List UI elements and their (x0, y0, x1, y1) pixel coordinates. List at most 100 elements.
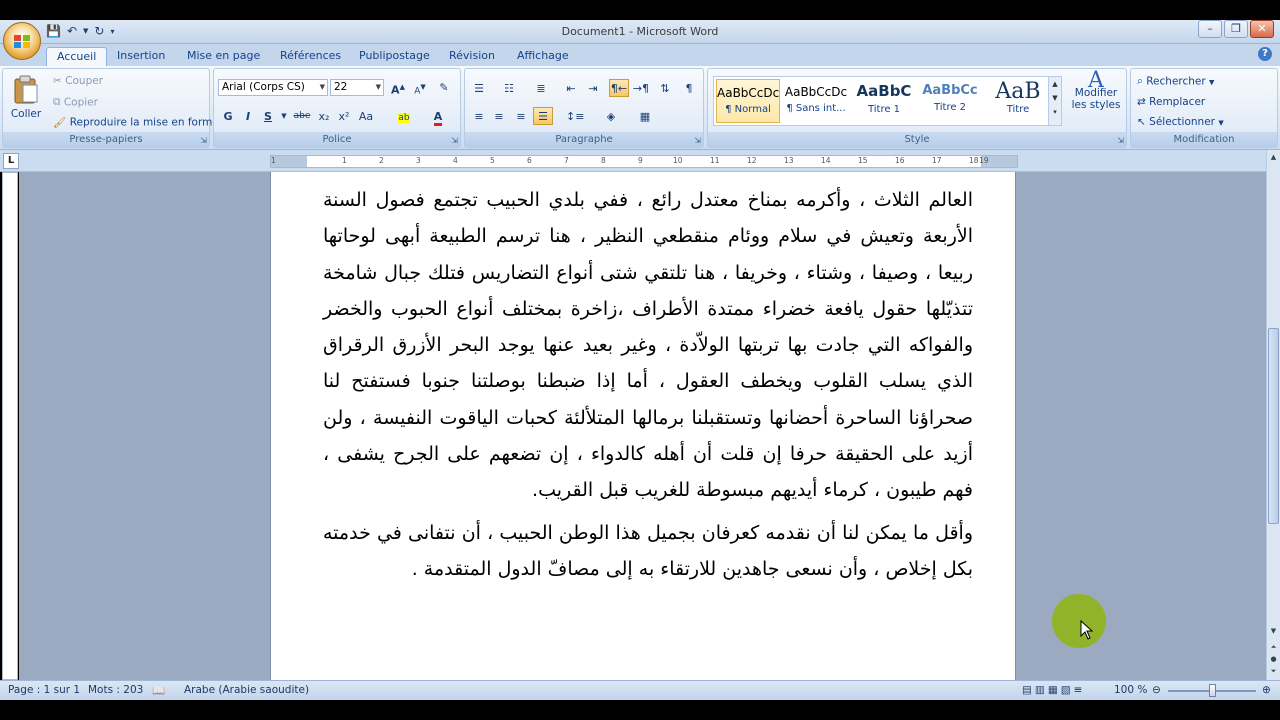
multilevel-list-button[interactable]: ≣ (531, 79, 551, 97)
tab-insertion[interactable]: Insertion (117, 47, 165, 66)
style-preview: AaBbCcDc (717, 86, 780, 100)
style-heading-1[interactable]: AaBbC Titre 1 (852, 79, 916, 123)
show-marks-button[interactable]: ¶ (679, 79, 699, 97)
rtl-direction-button[interactable]: ¶← (609, 79, 629, 97)
style-title[interactable]: AaB Titre (986, 79, 1050, 123)
tab-selector[interactable]: L (3, 153, 19, 169)
superscript-button[interactable]: x² (334, 107, 354, 125)
shading-button[interactable]: ◈ (601, 107, 621, 125)
zoom-out-icon[interactable]: ⊖ (1152, 684, 1161, 696)
office-button[interactable] (3, 22, 41, 60)
highlight-button[interactable]: ab (394, 107, 414, 125)
paragraph-dialog-launcher-icon[interactable]: ⇲ (694, 136, 701, 145)
maximize-button[interactable]: ❐ (1224, 20, 1248, 38)
scroll-up-icon[interactable]: ▲ (1267, 150, 1280, 164)
tab-accueil[interactable]: Accueil (46, 47, 108, 66)
styles-gallery-scroll[interactable]: ▲ ▼ ▾ (1048, 76, 1062, 126)
eraser-icon: ✎ (439, 81, 449, 94)
tab-mise-en-page[interactable]: Mise en page (187, 47, 260, 66)
shrink-font-button[interactable]: A▼ (410, 78, 430, 97)
tab-references[interactable]: Références (280, 47, 341, 66)
ruler-number: 1 (342, 156, 347, 165)
sort-button[interactable]: ⇅ (655, 79, 675, 97)
chevron-down-icon: ▼ (1218, 119, 1224, 127)
justify-button[interactable]: ☰ (533, 107, 553, 125)
editing-group: ⌕ Rechercher ▼ ⇄ Remplacer ↖ Sélectionne… (1130, 68, 1278, 148)
minimize-button[interactable]: – (1198, 20, 1222, 38)
change-case-button[interactable]: Aa (356, 107, 376, 125)
clipboard-dialog-launcher-icon[interactable]: ⇲ (200, 136, 207, 145)
increase-indent-button[interactable]: ⇥ (583, 79, 603, 97)
vertical-ruler[interactable] (2, 172, 18, 680)
borders-button[interactable]: ▦ (635, 107, 655, 125)
paste-button[interactable]: Coller (9, 75, 43, 120)
replace-button[interactable]: ⇄ Remplacer (1137, 96, 1205, 108)
strikethrough-button[interactable]: abe (292, 107, 312, 125)
font-dialog-launcher-icon[interactable]: ⇲ (451, 136, 458, 145)
close-button[interactable]: ✕ (1250, 20, 1274, 38)
next-page-icon[interactable]: ⏷ (1267, 664, 1280, 678)
more-styles-icon[interactable]: ▾ (1049, 108, 1061, 116)
tab-affichage[interactable]: Affichage (517, 47, 569, 66)
replace-icon: ⇄ (1137, 96, 1146, 108)
document-body[interactable]: العالم الثلاث ، وأكرمه بمناخ معتدل رائع … (323, 182, 973, 587)
scroll-down-icon[interactable]: ▼ (1267, 624, 1280, 638)
format-painter-button[interactable]: 🖌 Reproduire la mise en forme (53, 116, 219, 130)
help-icon[interactable]: ? (1258, 47, 1272, 61)
style-heading-2[interactable]: AaBbCc Titre 2 (918, 79, 982, 123)
style-group-label: Style (708, 132, 1126, 147)
align-center-button[interactable]: ≡ (489, 107, 509, 125)
zoom-in-icon[interactable]: ⊕ (1262, 684, 1271, 696)
paragraph[interactable]: وأقل ما يمكن لنا أن نقدمه كعرفان بجميل ه… (323, 515, 973, 588)
window-title: Document1 - Microsoft Word (561, 25, 719, 38)
find-button[interactable]: ⌕ Rechercher ▼ (1137, 75, 1214, 88)
page-count[interactable]: Page : 1 sur 1 (8, 684, 80, 696)
italic-button[interactable]: I (238, 107, 258, 125)
subscript-button[interactable]: x₂ (314, 107, 334, 125)
chevron-down-icon[interactable]: ▼ (1049, 94, 1061, 102)
styles-dialog-launcher-icon[interactable]: ⇲ (1117, 136, 1124, 145)
font-color-button[interactable]: A (428, 107, 448, 126)
font-size-select[interactable]: 22 ▼ (330, 79, 384, 96)
bullets-button[interactable]: ☰ (469, 79, 489, 97)
paragraph[interactable]: العالم الثلاث ، وأكرمه بمناخ معتدل رائع … (323, 182, 973, 509)
align-right-button[interactable]: ≡ (511, 107, 531, 125)
chevron-up-icon[interactable]: ▲ (1049, 80, 1061, 88)
language-indicator[interactable]: Arabe (Arabie saoudite) (184, 684, 309, 696)
tab-revision[interactable]: Révision (449, 47, 495, 66)
word-count[interactable]: Mots : 203 (88, 684, 143, 696)
document-page[interactable]: العالم الثلاث ، وأكرمه بمناخ معتدل رائع … (270, 172, 1016, 680)
cut-button[interactable]: ✂ Couper (53, 75, 103, 87)
cut-label: Couper (65, 75, 104, 87)
style-preview: AaBbC (856, 82, 912, 100)
style-name: ¶ Sans int... (786, 103, 846, 114)
zoom-slider-knob[interactable] (1209, 684, 1216, 697)
ruler-number: 7 (564, 156, 569, 165)
change-styles-button[interactable]: A Modifier les styles (1068, 70, 1124, 112)
bold-button[interactable]: G (218, 107, 238, 125)
select-button[interactable]: ↖ Sélectionner ▼ (1137, 116, 1224, 128)
copy-button[interactable]: ⧉ Copier (53, 96, 98, 109)
proofing-icon[interactable]: 📖 (152, 684, 165, 697)
line-spacing-button[interactable]: ↕≡ (565, 107, 585, 125)
numbering-icon: ☷ (504, 82, 514, 95)
clear-format-button[interactable]: ✎ (434, 78, 454, 96)
scrollbar-thumb[interactable] (1268, 328, 1279, 524)
numbering-button[interactable]: ☷ (499, 79, 519, 97)
ltr-direction-button[interactable]: →¶ (631, 79, 651, 97)
binoculars-icon: ⌕ (1137, 75, 1143, 87)
underline-dropdown-icon[interactable]: ▼ (274, 107, 294, 125)
horizontal-ruler[interactable]: 1 1 2 3 4 5 6 7 8 9 10 11 12 13 14 15 16… (270, 155, 1018, 168)
zoom-level[interactable]: 100 % (1114, 684, 1147, 696)
style-normal[interactable]: AaBbCcDc ¶ Normal (716, 79, 780, 123)
align-left-button[interactable]: ≡ (469, 107, 489, 125)
top-black-bar (0, 0, 1280, 20)
view-buttons[interactable]: ▤▥▦▧≡ (1022, 684, 1085, 696)
style-preview: AaBbCc (922, 83, 978, 98)
font-name-select[interactable]: Arial (Corps CS) ▼ (218, 79, 328, 96)
tab-publipostage[interactable]: Publipostage (359, 47, 430, 66)
decrease-indent-button[interactable]: ⇤ (561, 79, 581, 97)
grow-font-button[interactable]: A▲ (388, 78, 408, 97)
vertical-scrollbar[interactable]: ▲ ▼ ⏶ ● ⏷ (1266, 150, 1280, 680)
style-no-spacing[interactable]: AaBbCcDc ¶ Sans int... (784, 79, 848, 123)
